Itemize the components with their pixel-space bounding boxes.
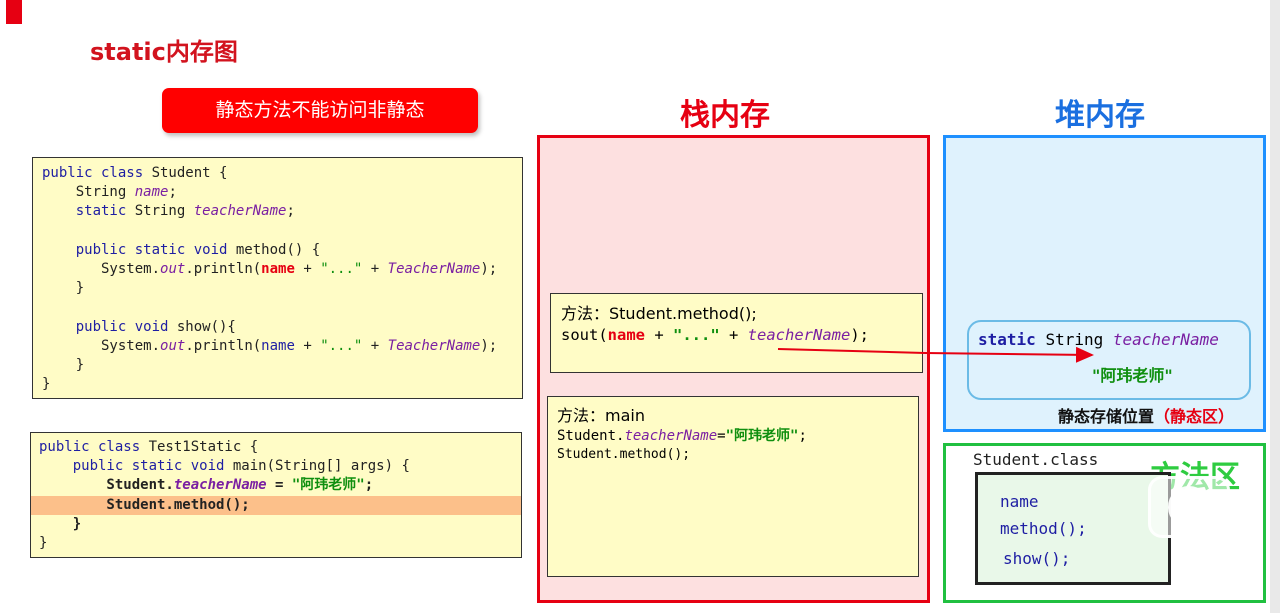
- reference-arrow: [777, 346, 1094, 363]
